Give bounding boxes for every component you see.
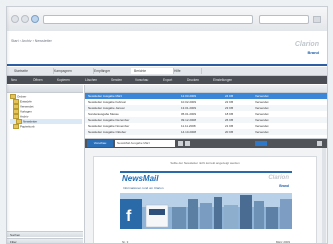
prev-icon[interactable]: [178, 141, 183, 146]
sidebar-search-bar[interactable]: Suchen: [7, 231, 83, 237]
menu-icon[interactable]: [313, 16, 321, 23]
preview-subject-field[interactable]: NewsMail Ausgabe März: [115, 140, 175, 147]
issue-number: Nr. 3: [122, 240, 129, 244]
breadcrumb-item[interactable]: Start: [11, 39, 19, 43]
book-icon: [145, 204, 169, 228]
preview-label: Vorschau: [87, 140, 113, 147]
menu-item[interactable]: Drucken: [187, 76, 199, 84]
window-edge-shadow: [7, 7, 10, 243]
folder-sidebar: Ordner Entwürfe Versendet Vorlagen Archi…: [7, 85, 85, 243]
folder-tree: Ordner Entwürfe Versendet Vorlagen Archi…: [10, 94, 82, 129]
row-name: Newsletter Ausgabe Oktober: [88, 130, 127, 134]
app-header: Start › Archiv › Newsletter Clarion Bran…: [7, 31, 327, 65]
breadcrumb-item[interactable]: Newsletter: [35, 39, 52, 43]
tab-startseite[interactable]: Startseite: [11, 68, 54, 74]
search-input[interactable]: [259, 15, 309, 24]
row-status: Versendet: [255, 130, 269, 134]
app-logo: Clarion: [294, 41, 319, 48]
menu-item[interactable]: Senden: [111, 76, 122, 84]
menu-item[interactable]: Löschen: [85, 76, 97, 84]
table-row[interactable]: Newsletter Ausgabe Oktober 14.10.2008 20…: [85, 129, 327, 135]
main-pane: Newsletter Ausgabe März 12.03.2009 24 KB…: [85, 85, 327, 244]
tab-empfaenger[interactable]: Empfänger: [91, 68, 134, 74]
breadcrumb: Start › Archiv › Newsletter: [11, 39, 52, 43]
newsletter-header: NewsMail Informationen rund um Clarion C…: [120, 171, 292, 195]
row-date: 14.10.2008: [181, 130, 197, 134]
tab-kampagnen[interactable]: Kampagnen: [51, 68, 94, 74]
sidebar-header: [7, 85, 83, 93]
banner-graphic: f: [120, 193, 292, 229]
app-logo-brand: Brand: [307, 50, 319, 55]
preview-toolbar: Vorschau NewsMail Ausgabe März: [85, 139, 327, 148]
newsletter-logo-brand: Brand: [279, 184, 289, 188]
newsletter-topline: Sollte der Newsletter nicht korrekt ange…: [170, 161, 240, 165]
sidebar-filter-bar[interactable]: Filter: [7, 238, 83, 243]
reload-icon[interactable]: [31, 15, 39, 23]
folder-icon: [13, 124, 19, 129]
menu-item[interactable]: Export: [163, 76, 172, 84]
address-bar[interactable]: [43, 15, 253, 24]
newsletter-banner-image: f: [120, 193, 292, 229]
preview-pane: Sollte der Newsletter nicht korrekt ange…: [85, 148, 327, 244]
list-header: [85, 85, 327, 93]
tab-hilfe[interactable]: Hilfe: [171, 68, 202, 74]
tree-item[interactable]: Papierkorb: [10, 124, 82, 129]
menu-item[interactable]: Öffnen: [33, 76, 43, 84]
browser-window: Start › Archiv › Newsletter Clarion Bran…: [6, 6, 328, 244]
tab-bar: Startseite Kampagnen Empfänger Berichte …: [7, 67, 327, 76]
menu-item[interactable]: Neu: [11, 76, 17, 84]
view-toggle-button[interactable]: [255, 141, 267, 146]
newsletter-subtitle: Informationen rund um Clarion: [123, 186, 164, 190]
row-size: 20 KB: [225, 130, 234, 134]
svg-text:f: f: [126, 208, 132, 225]
browser-toolbar: [7, 7, 327, 32]
menu-item[interactable]: Kopieren: [57, 76, 70, 84]
menu-item[interactable]: Einstellungen: [213, 76, 232, 84]
action-menubar: Neu Öffnen Kopieren Löschen Senden Vorsc…: [7, 76, 327, 84]
newsletter-logo: Clarion: [268, 175, 289, 181]
preview-scrollbar[interactable]: [322, 148, 326, 243]
breadcrumb-item[interactable]: Archiv: [22, 39, 32, 43]
next-icon[interactable]: [185, 141, 190, 146]
back-icon[interactable]: [11, 15, 19, 23]
menu-item[interactable]: Vorschau: [135, 76, 148, 84]
tab-berichte[interactable]: Berichte: [131, 68, 174, 74]
forward-icon[interactable]: [21, 15, 29, 23]
close-icon[interactable]: [317, 141, 322, 146]
newsletter-title: NewsMail: [122, 174, 159, 183]
newsletter-preview: Sollte der Newsletter nicht korrekt ange…: [93, 156, 317, 244]
issue-date: März 2009: [275, 240, 290, 244]
newsletter-footer: Nr. 3 März 2009: [94, 240, 316, 244]
header-divider: [7, 64, 327, 66]
